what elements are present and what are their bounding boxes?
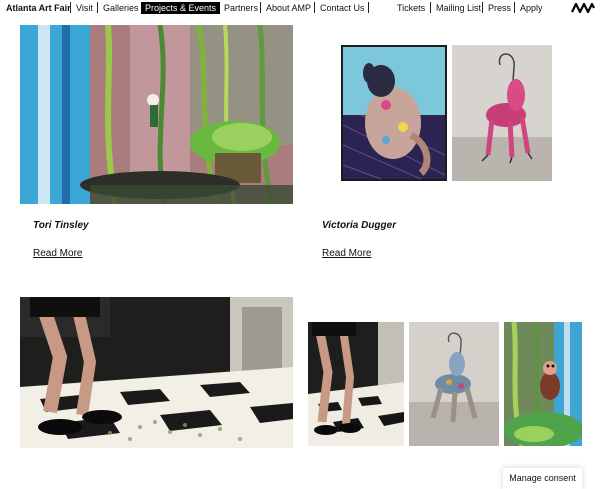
artwork-image-row2-2[interactable] xyxy=(409,322,499,446)
artist-name-tinsley: Tori Tinsley xyxy=(33,220,89,231)
artwork-image-tinsley[interactable] xyxy=(20,25,293,204)
read-more-link-dugger[interactable]: Read More xyxy=(322,248,371,259)
nav-link-partners[interactable]: Partners xyxy=(224,2,258,14)
nav-link-apply[interactable]: Apply xyxy=(520,2,543,14)
artist-name-dugger: Victoria Dugger xyxy=(322,220,397,231)
brand-link[interactable]: Atlanta Art Fair xyxy=(6,2,71,14)
nav-divider xyxy=(482,2,483,13)
artwork-painting xyxy=(341,45,447,181)
nav-divider xyxy=(97,2,98,13)
top-navigation: Atlanta Art Fair Visit Galleries Project… xyxy=(0,0,600,16)
artwork-image-row2-1[interactable] xyxy=(308,322,404,446)
artwork-image-row2-3[interactable] xyxy=(504,322,582,446)
artwork-painting xyxy=(20,25,293,204)
artwork-image-dugger-1[interactable] xyxy=(341,45,447,181)
nav-link-galleries[interactable]: Galleries xyxy=(103,2,139,14)
nav-divider xyxy=(368,2,369,13)
manage-consent-button[interactable]: Manage consent xyxy=(503,468,582,489)
nav-link-contact[interactable]: Contact Us xyxy=(320,2,365,14)
nav-link-visit[interactable]: Visit xyxy=(76,2,93,14)
artwork-image-dugger-2[interactable] xyxy=(452,45,552,181)
artwork-sculpture xyxy=(409,322,499,446)
nav-divider xyxy=(70,2,71,13)
amp-logo-icon[interactable] xyxy=(571,2,595,13)
nav-link-press[interactable]: Press xyxy=(488,2,511,14)
nav-link-mailing-list[interactable]: Mailing List xyxy=(436,2,481,14)
artwork-sculpture xyxy=(452,45,552,181)
artwork-photo xyxy=(308,322,404,446)
nav-divider xyxy=(260,2,261,13)
artwork-image-film-still[interactable] xyxy=(20,297,293,448)
nav-link-about[interactable]: About AMP xyxy=(266,2,311,14)
nav-divider xyxy=(430,2,431,13)
nav-link-tickets[interactable]: Tickets xyxy=(397,2,425,14)
nav-divider xyxy=(514,2,515,13)
artwork-photo xyxy=(20,297,293,448)
read-more-link-tinsley[interactable]: Read More xyxy=(33,248,82,259)
artwork-painting xyxy=(504,322,582,446)
nav-link-projects-events[interactable]: Projects & Events xyxy=(141,2,221,14)
nav-divider xyxy=(314,2,315,13)
